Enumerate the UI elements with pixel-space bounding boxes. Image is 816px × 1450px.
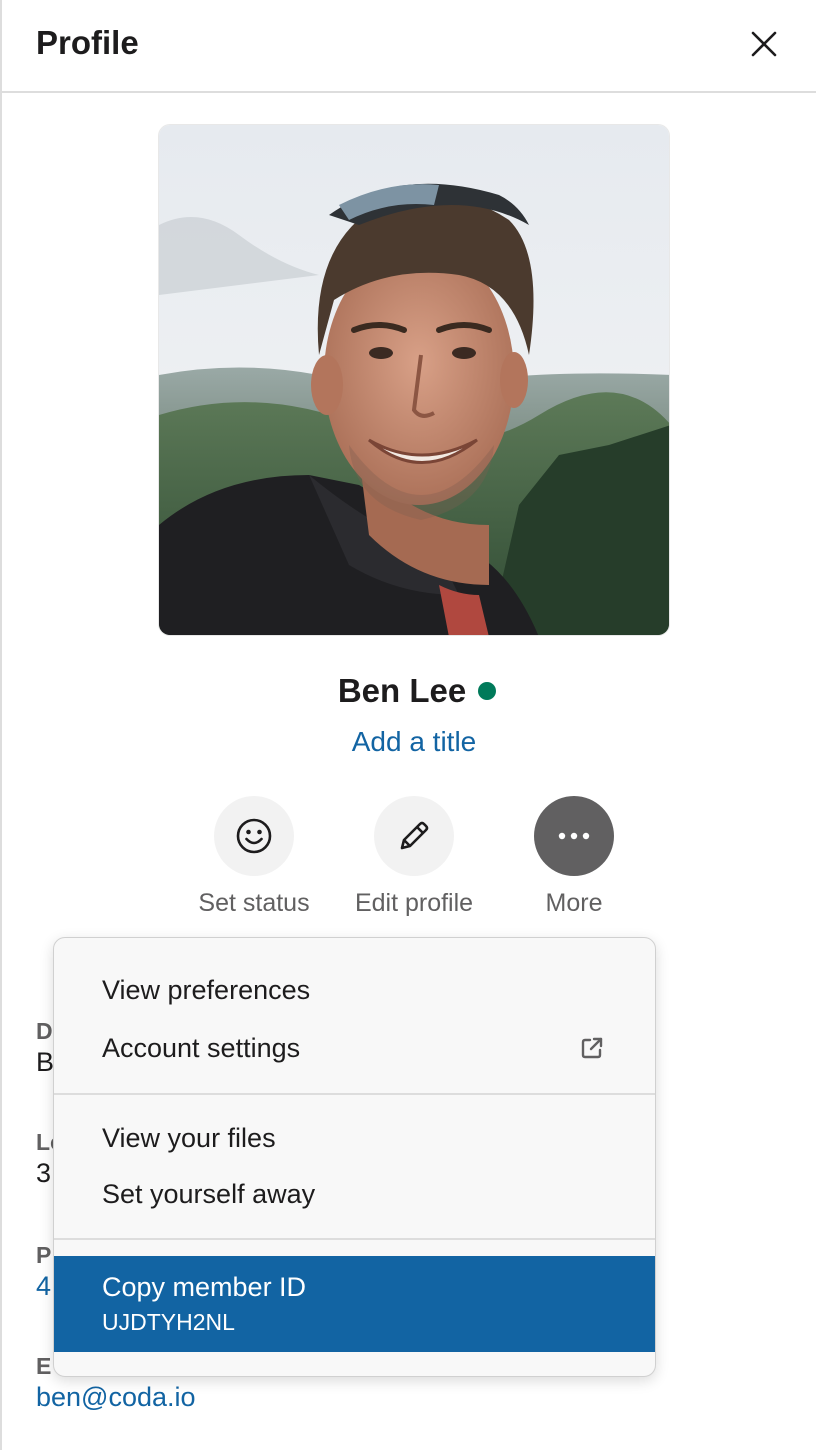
menu-item-label: Set yourself away: [102, 1178, 316, 1209]
set-status-button[interactable]: [214, 796, 294, 876]
more-label: More: [545, 889, 603, 917]
profile-panel: Profile Ben Lee Add a title Set status E…: [0, 0, 816, 1450]
smiley-icon: [236, 818, 272, 854]
member-id-value: UJDTYH2NL: [102, 1309, 235, 1335]
panel-title: Profile: [36, 24, 139, 61]
more-button[interactable]: [534, 796, 614, 876]
more-icon: [558, 832, 590, 840]
add-title-link[interactable]: Add a title: [2, 726, 816, 758]
edit-profile-action: Edit profile: [334, 796, 494, 918]
menu-item-view-preferences[interactable]: View preferences: [54, 965, 655, 1015]
profile-name: Ben Lee: [337, 672, 467, 709]
menu-item-copy-member-id[interactable]: Copy member ID UJDTYH2NL: [54, 1256, 655, 1352]
edit-profile-button[interactable]: [374, 796, 454, 876]
menu-divider: [54, 1238, 655, 1240]
panel-header: Profile: [2, 0, 816, 93]
edit-profile-label: Edit profile: [354, 889, 474, 917]
more-menu: View preferences Account settings View y…: [53, 937, 656, 1377]
copy-member-id-label: Copy member ID: [102, 1272, 307, 1302]
field-display-name: D B: [36, 1018, 54, 1078]
close-button[interactable]: [742, 22, 786, 66]
menu-item-label: View your files: [102, 1122, 276, 1153]
menu-item-label: Account settings: [102, 1032, 301, 1063]
field-value: B: [36, 1047, 55, 1077]
menu-item-set-away[interactable]: Set yourself away: [54, 1169, 655, 1219]
pencil-icon: [400, 821, 429, 850]
avatar: [159, 125, 669, 635]
external-link-icon: [579, 1035, 605, 1068]
menu-item-view-files[interactable]: View your files: [54, 1113, 655, 1163]
menu-divider: [54, 1093, 655, 1095]
field-phone: P 4: [36, 1242, 51, 1302]
profile-photo[interactable]: [158, 124, 670, 636]
menu-item-account-settings[interactable]: Account settings: [54, 1023, 655, 1073]
set-status-label: Set status: [198, 889, 310, 917]
field-value[interactable]: 4: [36, 1271, 51, 1302]
presence-indicator: [478, 682, 497, 700]
name-row: Ben Lee: [2, 672, 816, 710]
set-status-action: Set status: [174, 796, 334, 918]
menu-item-label: View preferences: [102, 974, 311, 1005]
email-link[interactable]: ben@coda.io: [36, 1382, 196, 1413]
more-action: More: [494, 796, 654, 918]
field-label: D: [36, 1018, 53, 1044]
field-label: P: [36, 1242, 52, 1268]
close-icon: [751, 31, 777, 57]
